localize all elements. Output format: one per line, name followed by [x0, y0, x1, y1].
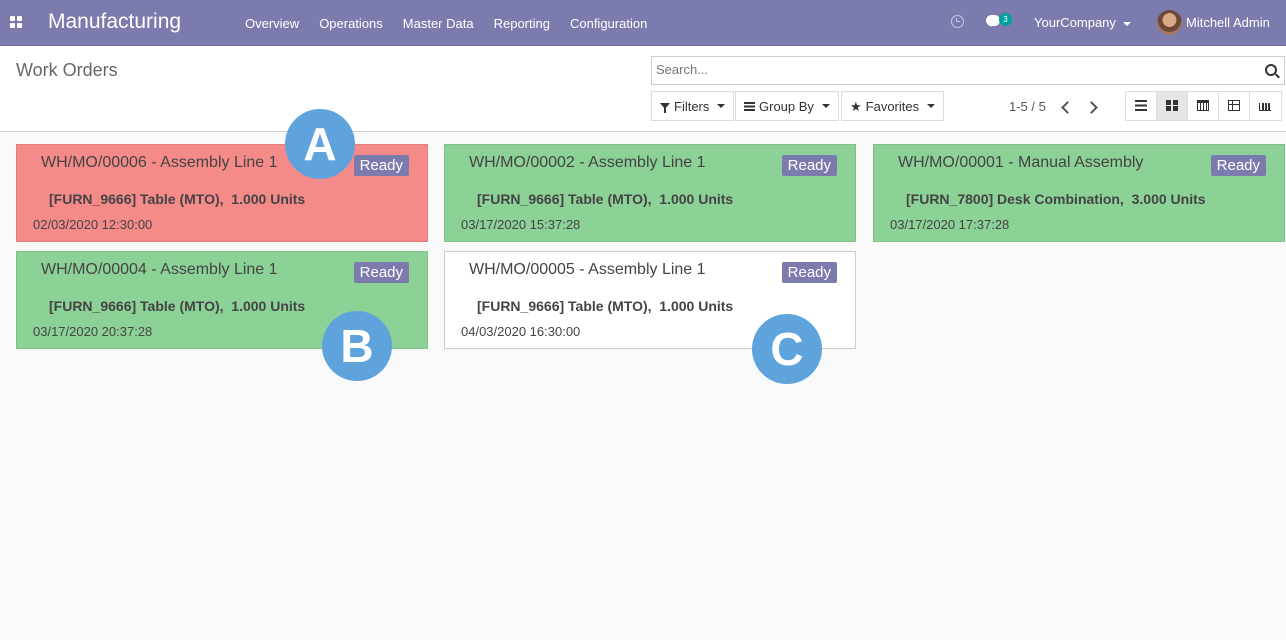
card-quantity: 1.000 Units [231, 298, 306, 314]
company-switcher[interactable]: YourCompany [1034, 15, 1131, 30]
top-navbar: Manufacturing Overview Operations Master… [0, 0, 1286, 46]
card-quantity: 3.000 Units [1131, 191, 1206, 207]
filter-icon [660, 103, 670, 113]
graph-view-button[interactable] [1250, 92, 1281, 120]
caret-down-icon [927, 104, 936, 108]
main-menu: Overview Operations Master Data Reportin… [235, 0, 657, 46]
apps-menu-icon[interactable] [10, 16, 22, 28]
kanban-card[interactable]: WH/MO/00006 - Assembly Line 1 Ready [FUR… [16, 144, 428, 242]
messages-icon[interactable] [986, 15, 1000, 26]
card-quantity: 1.000 Units [659, 191, 734, 207]
card-product: [FURN_9666] Table (MTO), 1.000 Units [49, 191, 305, 207]
status-badge: Ready [781, 262, 837, 283]
caret-down-icon [717, 104, 726, 108]
pager-next-icon[interactable] [1085, 99, 1101, 115]
status-badge: Ready [353, 155, 409, 176]
card-product-name: [FURN_9666] Table (MTO), [477, 191, 652, 207]
table-icon [1228, 100, 1240, 111]
card-title: WH/MO/00001 - Manual Assembly [898, 154, 1144, 171]
card-product: [FURN_9666] Table (MTO), 1.000 Units [49, 298, 305, 314]
calendar-icon [1197, 100, 1209, 111]
control-panel: Work Orders Filters Group By ★ Favorites… [0, 46, 1286, 132]
kanban-icon [1166, 100, 1178, 111]
card-quantity: 1.000 Units [231, 191, 306, 207]
status-badge: Ready [781, 155, 837, 176]
list-icon [1135, 100, 1147, 111]
bars-icon [744, 101, 755, 111]
menu-configuration[interactable]: Configuration [560, 16, 657, 31]
card-product: [FURN_9666] Table (MTO), 1.000 Units [477, 298, 733, 314]
card-title: WH/MO/00005 - Assembly Line 1 [469, 261, 706, 278]
menu-master-data[interactable]: Master Data [393, 16, 484, 31]
group-by-button[interactable]: Group By [735, 91, 839, 121]
status-badge: Ready [1210, 155, 1266, 176]
card-date: 03/17/2020 15:37:28 [461, 217, 581, 232]
kanban-card[interactable]: WH/MO/00001 - Manual Assembly Ready [FUR… [873, 144, 1285, 242]
search-input[interactable] [656, 62, 1256, 77]
bar-chart-icon [1259, 100, 1271, 111]
annotation-marker-b: B [322, 311, 392, 381]
page-title: Work Orders [16, 60, 118, 80]
messages-count-badge: 3 [999, 13, 1012, 26]
group-by-label: Group By [759, 98, 814, 114]
annotation-marker-a: A [285, 109, 355, 179]
card-date: 03/17/2020 20:37:28 [33, 324, 153, 339]
app-brand[interactable]: Manufacturing [48, 10, 181, 34]
annotation-marker-c: C [752, 314, 822, 384]
card-title: WH/MO/00004 - Assembly Line 1 [41, 261, 278, 278]
kanban-card[interactable]: WH/MO/00002 - Assembly Line 1 Ready [FUR… [444, 144, 856, 242]
caret-down-icon [1122, 21, 1131, 26]
menu-overview[interactable]: Overview [235, 16, 309, 31]
card-date: 04/03/2020 16:30:00 [461, 324, 581, 339]
card-product-name: [FURN_9666] Table (MTO), [49, 191, 224, 207]
card-product-name: [FURN_9666] Table (MTO), [49, 298, 224, 314]
user-avatar[interactable] [1157, 10, 1182, 35]
pager-previous-icon[interactable] [1058, 99, 1074, 115]
favorites-button[interactable]: ★ Favorites [841, 91, 945, 121]
caret-down-icon [821, 104, 830, 108]
list-view-button[interactable] [1126, 92, 1157, 120]
card-date: 02/03/2020 12:30:00 [33, 217, 153, 232]
company-label: YourCompany [1034, 15, 1116, 30]
filters-label: Filters [674, 98, 710, 114]
card-date: 03/17/2020 17:37:28 [890, 217, 1010, 232]
card-product-name: [FURN_9666] Table (MTO), [477, 298, 652, 314]
search-icon[interactable] [1265, 64, 1277, 76]
status-badge: Ready [353, 262, 409, 283]
card-product: [FURN_7800] Desk Combination, 3.000 Unit… [906, 191, 1206, 207]
menu-reporting[interactable]: Reporting [484, 16, 560, 31]
card-title: WH/MO/00002 - Assembly Line 1 [469, 154, 706, 171]
card-title: WH/MO/00006 - Assembly Line 1 [41, 154, 278, 171]
view-switcher [1125, 91, 1282, 121]
favorites-label: Favorites [865, 98, 920, 114]
star-icon: ★ [850, 98, 862, 114]
card-quantity: 1.000 Units [659, 298, 734, 314]
pager-value[interactable]: 1-5 / 5 [1009, 99, 1046, 114]
card-product-name: [FURN_7800] Desk Combination, [906, 191, 1124, 207]
pivot-view-button[interactable] [1219, 92, 1250, 120]
filters-button[interactable]: Filters [651, 91, 735, 121]
kanban-view-button[interactable] [1157, 92, 1188, 120]
activity-clock-icon[interactable] [951, 15, 964, 28]
user-menu[interactable]: Mitchell Admin [1186, 15, 1270, 30]
calendar-view-button[interactable] [1188, 92, 1219, 120]
search-box [651, 56, 1285, 85]
card-product: [FURN_9666] Table (MTO), 1.000 Units [477, 191, 733, 207]
menu-operations[interactable]: Operations [309, 16, 393, 31]
